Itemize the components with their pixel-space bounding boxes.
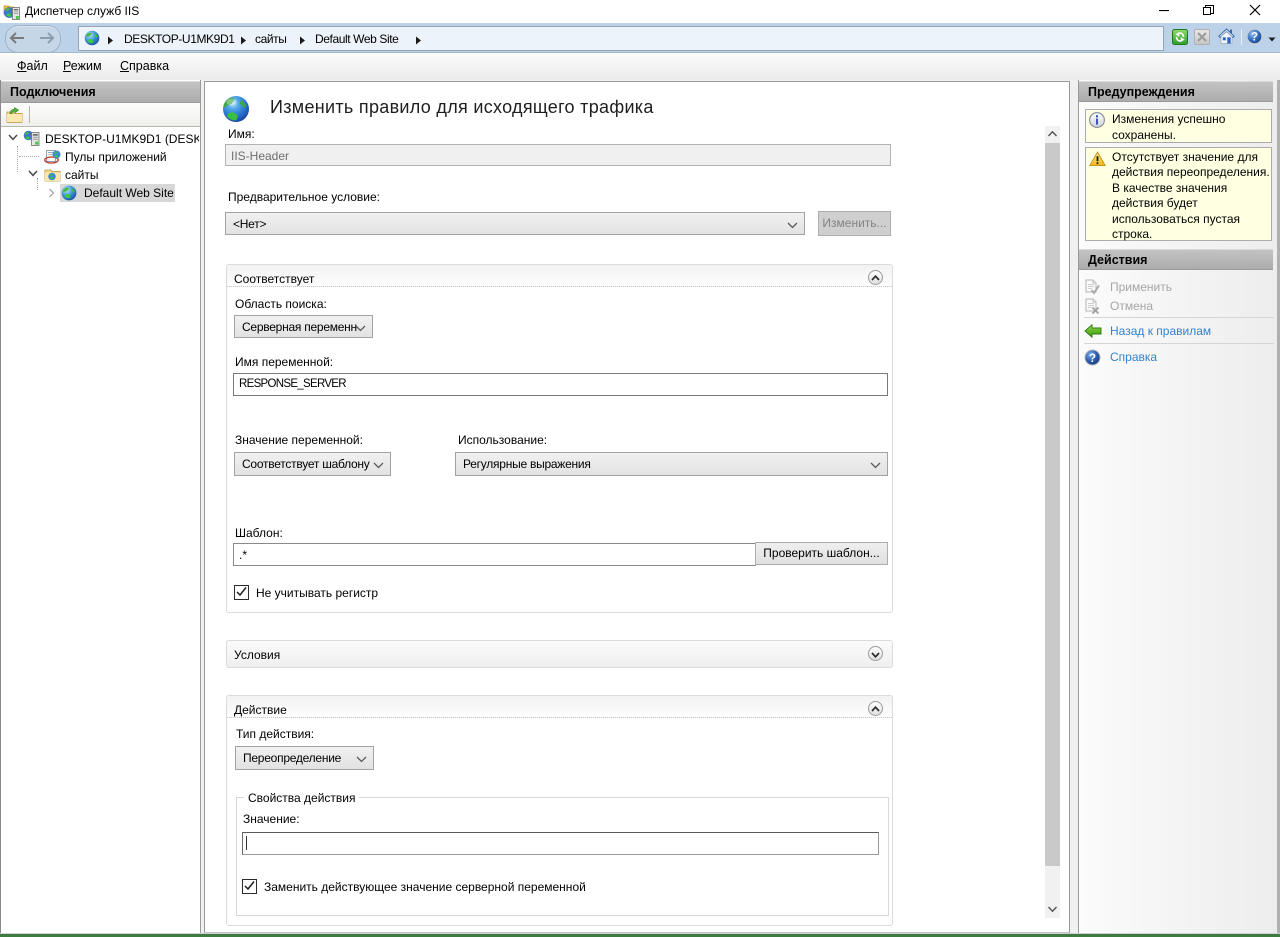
svg-text:?: ? — [1089, 353, 1096, 365]
svg-text:?: ? — [1251, 32, 1258, 44]
